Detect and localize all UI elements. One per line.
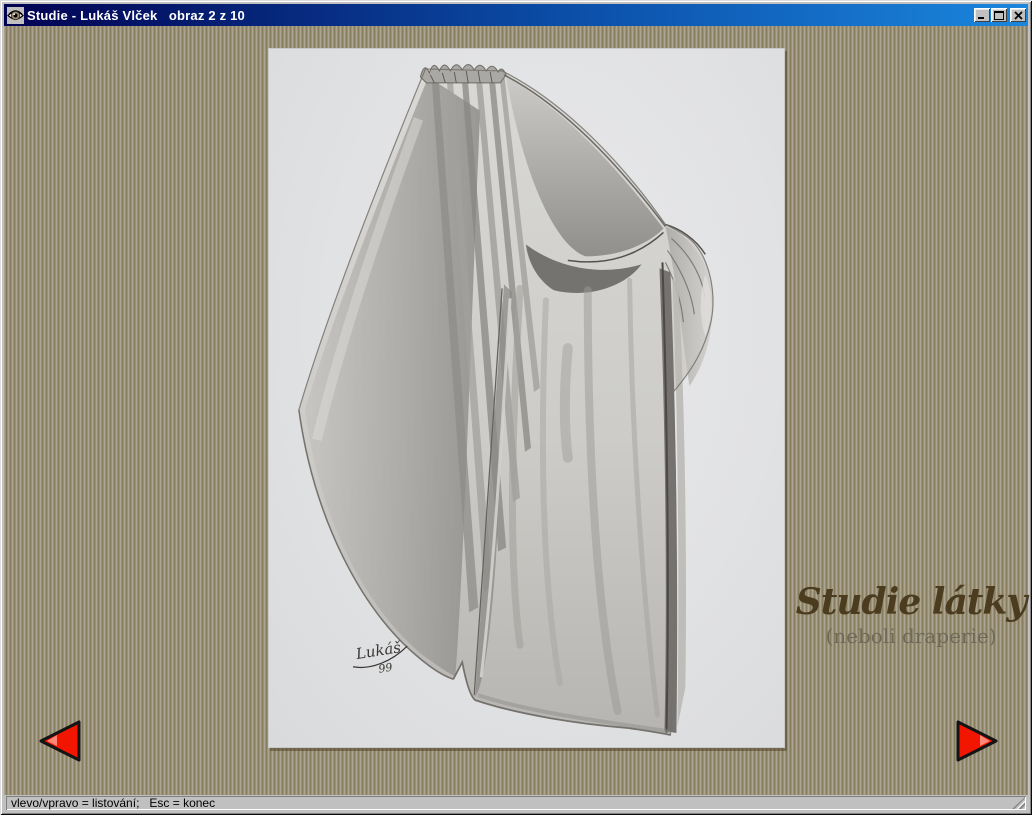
minimize-icon	[977, 11, 987, 20]
app-window: Studie - Lukáš Vlček obraz 2 z 10	[0, 0, 1032, 815]
caption: Studie látky (neboli draperie)	[788, 583, 1032, 648]
status-text: vlevo/vpravo = listování; Esc = konec	[11, 796, 215, 810]
close-button[interactable]	[1010, 8, 1026, 22]
maximize-icon	[994, 11, 1004, 20]
signature-name: Lukáš	[354, 638, 403, 663]
prev-button[interactable]	[38, 719, 82, 763]
minimize-button[interactable]	[974, 8, 990, 22]
statusbar: vlevo/vpravo = listování; Esc = konec	[4, 795, 1028, 811]
next-button[interactable]	[955, 719, 999, 763]
window-controls	[974, 8, 1026, 22]
caption-title: Studie látky	[788, 583, 1032, 623]
titlebar: Studie - Lukáš Vlček obraz 2 z 10	[4, 4, 1028, 26]
maximize-button[interactable]	[991, 8, 1007, 22]
window-title: Studie - Lukáš Vlček obraz 2 z 10	[27, 8, 974, 23]
artwork-paper: Lukáš 99	[268, 48, 785, 748]
status-panel: vlevo/vpravo = listování; Esc = konec	[6, 796, 1026, 810]
resize-grip-icon[interactable]	[1012, 797, 1025, 809]
eye-icon	[7, 7, 24, 24]
next-arrow-icon	[955, 719, 999, 763]
viewer-background: Lukáš 99 Studie látky (neboli draperie)	[4, 26, 1028, 795]
caption-subtitle: (neboli draperie)	[788, 624, 1032, 648]
prev-arrow-icon	[38, 719, 82, 763]
drapery-drawing: Lukáš 99	[269, 49, 784, 747]
artist-signature: Lukáš 99	[350, 637, 411, 679]
signature-year: 99	[378, 661, 394, 676]
close-icon	[1014, 11, 1023, 20]
